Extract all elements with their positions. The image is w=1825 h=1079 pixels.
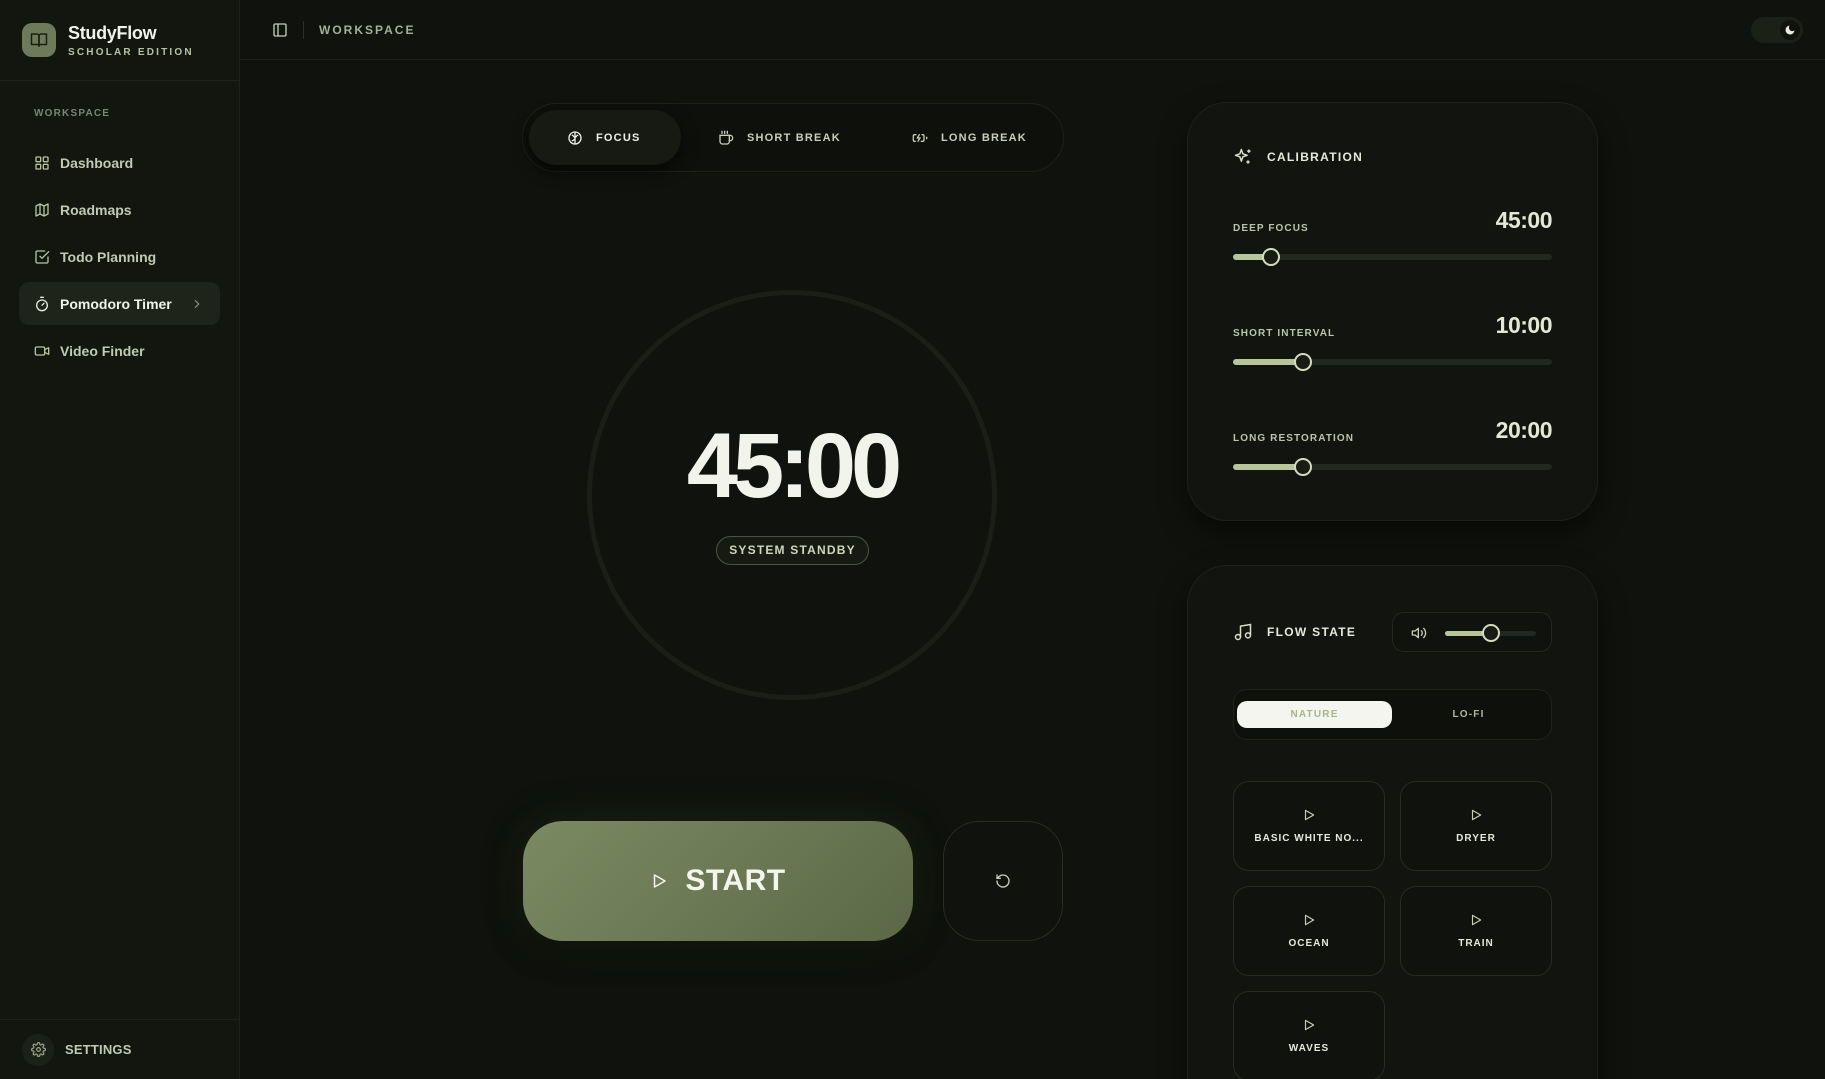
settings-label: SETTINGS [65, 1042, 132, 1057]
sound-tile-train[interactable]: TRAIN [1400, 886, 1552, 976]
calibration-label: LONG RESTORATION [1233, 433, 1355, 444]
volume-slider[interactable] [1445, 624, 1536, 642]
slider-thumb[interactable] [1294, 353, 1313, 371]
flow-state-title: FLOW STATE [1267, 625, 1357, 639]
theme-toggle[interactable] [1751, 17, 1803, 43]
stopwatch-icon [36, 296, 48, 311]
start-label: START [685, 864, 786, 897]
slider-thumb[interactable] [1294, 458, 1313, 476]
calibration-card: CALIBRATION DEEP FOCUS 45:00 SHORT INTER… [1187, 102, 1598, 521]
brand-name: StudyFlow [68, 22, 157, 43]
calibration-label: DEEP FOCUS [1233, 223, 1309, 234]
tab-label: FOCUS [596, 131, 641, 144]
volume-icon[interactable] [1411, 625, 1427, 641]
sound-tile-white-noise[interactable]: BASIC WHITE NO... [1233, 781, 1385, 871]
brand: StudyFlow SCHOLAR EDITION [0, 0, 239, 81]
sound-tile-waves[interactable]: WAVES [1233, 991, 1385, 1079]
moon-icon [1780, 20, 1800, 40]
tab-label: SHORT BREAK [747, 131, 841, 144]
play-icon [1471, 914, 1482, 926]
sound-category-switch: NATURE LO-FI [1233, 689, 1552, 740]
sidebar-item-pomodoro-timer[interactable]: Pomodoro Timer [19, 282, 220, 325]
start-button[interactable]: START [523, 821, 913, 941]
topbar-divider [303, 20, 304, 39]
calibration-label: SHORT INTERVAL [1233, 328, 1336, 339]
map-icon [35, 202, 49, 217]
calibration-row-deep-focus: DEEP FOCUS 45:00 [1233, 207, 1553, 277]
sound-label: OCEAN [1288, 938, 1330, 949]
music-note-icon [1234, 623, 1252, 641]
video-icon [34, 345, 50, 356]
deep-focus-slider[interactable] [1233, 248, 1552, 266]
calibration-value: 45:00 [1495, 207, 1553, 233]
sparkles-icon [1234, 148, 1251, 164]
play-icon [654, 874, 667, 888]
coffee-icon [719, 130, 734, 145]
page-title: WORKSPACE [319, 22, 416, 37]
sidebar-item-label: Pomodoro Timer [60, 295, 172, 312]
calibration-value: 10:00 [1495, 312, 1553, 338]
sidebar-item-video-finder[interactable]: Video Finder [19, 329, 220, 372]
checkbox-icon [35, 249, 50, 264]
sound-label: DRYER [1456, 833, 1496, 844]
tab-nature[interactable]: NATURE [1237, 701, 1392, 728]
settings-button[interactable]: SETTINGS [0, 1019, 240, 1079]
play-icon [1304, 914, 1315, 926]
sidebar-item-dashboard[interactable]: Dashboard [19, 141, 220, 184]
sound-label: WAVES [1288, 1043, 1330, 1054]
slider-fill [1233, 359, 1304, 365]
sound-tile-ocean[interactable]: OCEAN [1233, 886, 1385, 976]
sidebar-item-todo-planning[interactable]: Todo Planning [19, 235, 220, 278]
volume-control [1392, 612, 1552, 652]
sidebar-item-label: Video Finder [60, 342, 145, 359]
chevron-right-icon [194, 299, 200, 308]
nav-section-label: WORKSPACE [34, 108, 111, 119]
brain-icon [568, 130, 582, 145]
timer-display: 45:00 [686, 415, 902, 517]
play-icon [1471, 809, 1482, 821]
sound-label: BASIC WHITE NO... [1254, 833, 1364, 844]
flow-state-header: FLOW STATE [1233, 622, 1356, 642]
tab-lo-fi[interactable]: LO-FI [1391, 701, 1546, 728]
volume-thumb[interactable] [1481, 624, 1500, 642]
sidebar-toggle-icon[interactable] [272, 22, 288, 38]
reset-button[interactable] [943, 821, 1063, 941]
slider-thumb[interactable] [1262, 248, 1281, 266]
play-icon [1304, 809, 1315, 821]
play-icon [1304, 1019, 1315, 1031]
sound-tile-dryer[interactable]: DRYER [1400, 781, 1552, 871]
slider-fill [1233, 464, 1304, 470]
status-badge: SYSTEM STANDBY [716, 536, 869, 565]
mode-tabs: FOCUS SHORT BREAK LONG BREAK [522, 103, 1064, 172]
flow-state-card: FLOW STATE NATURE LO-FI BASIC WHITE NO..… [1187, 565, 1598, 1079]
short-interval-slider[interactable] [1233, 353, 1552, 371]
topbar: WORKSPACE [240, 0, 1825, 60]
calibration-title: CALIBRATION [1267, 150, 1364, 164]
calibration-row-long-restoration: LONG RESTORATION 20:00 [1233, 417, 1553, 487]
reset-icon [996, 874, 1010, 888]
sidebar: StudyFlow SCHOLAR EDITION WORKSPACE Dash… [0, 0, 240, 1079]
sidebar-item-label: Todo Planning [60, 248, 157, 265]
sidebar-item-label: Roadmaps [60, 201, 132, 218]
brand-subtitle: SCHOLAR EDITION [68, 46, 194, 58]
grid-icon [35, 155, 49, 170]
gear-icon [22, 1033, 54, 1066]
calibration-value: 20:00 [1495, 417, 1553, 443]
tab-long-break[interactable]: LONG BREAK [912, 110, 1057, 165]
long-restoration-slider[interactable] [1233, 458, 1552, 476]
sound-label: TRAIN [1458, 938, 1494, 949]
battery-icon [912, 133, 928, 142]
calibration-row-short-interval: SHORT INTERVAL 10:00 [1233, 312, 1553, 382]
tab-label: LONG BREAK [941, 131, 1027, 144]
sidebar-item-label: Dashboard [60, 154, 134, 171]
tab-focus[interactable]: FOCUS [529, 110, 681, 165]
book-icon [22, 23, 56, 57]
calibration-header: CALIBRATION [1233, 147, 1363, 167]
sidebar-item-roadmaps[interactable]: Roadmaps [19, 188, 220, 231]
tab-short-break[interactable]: SHORT BREAK [718, 110, 868, 165]
